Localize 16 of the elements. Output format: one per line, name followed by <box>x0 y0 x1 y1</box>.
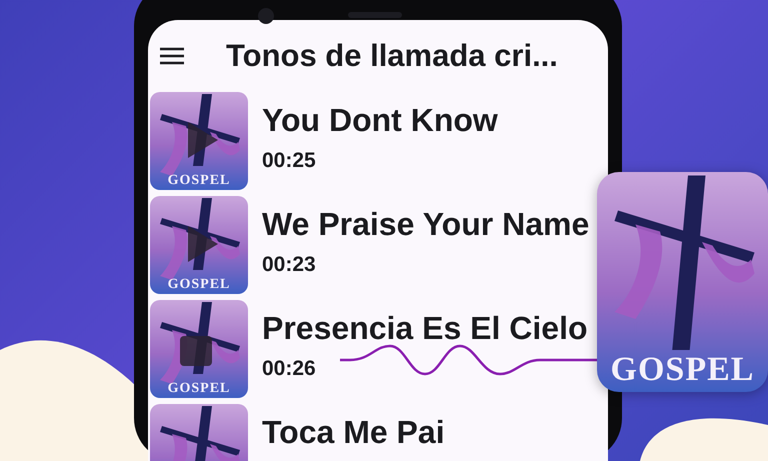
song-title[interactable]: Toca Me Pai <box>262 414 445 451</box>
art-label: GOSPEL <box>610 351 754 388</box>
art-label: GOSPEL <box>168 381 230 396</box>
song-title[interactable]: Presencia Es El Cielo <box>262 310 588 347</box>
camera-lens <box>258 8 274 24</box>
play-icon[interactable] <box>188 226 218 262</box>
song-title[interactable]: We Praise Your Name <box>262 206 590 243</box>
art-label: GOSPEL <box>168 277 230 292</box>
song-duration: 00:26 <box>262 357 316 381</box>
menu-icon[interactable] <box>160 47 184 65</box>
song-duration: 00:25 <box>262 149 316 173</box>
app-title: Tonos de llamada cri... <box>226 38 558 74</box>
art-label: GOSPEL <box>168 173 230 188</box>
song-duration: 00:23 <box>262 253 316 277</box>
song-title[interactable]: You Dont Know <box>262 102 498 139</box>
play-icon[interactable] <box>188 122 218 158</box>
